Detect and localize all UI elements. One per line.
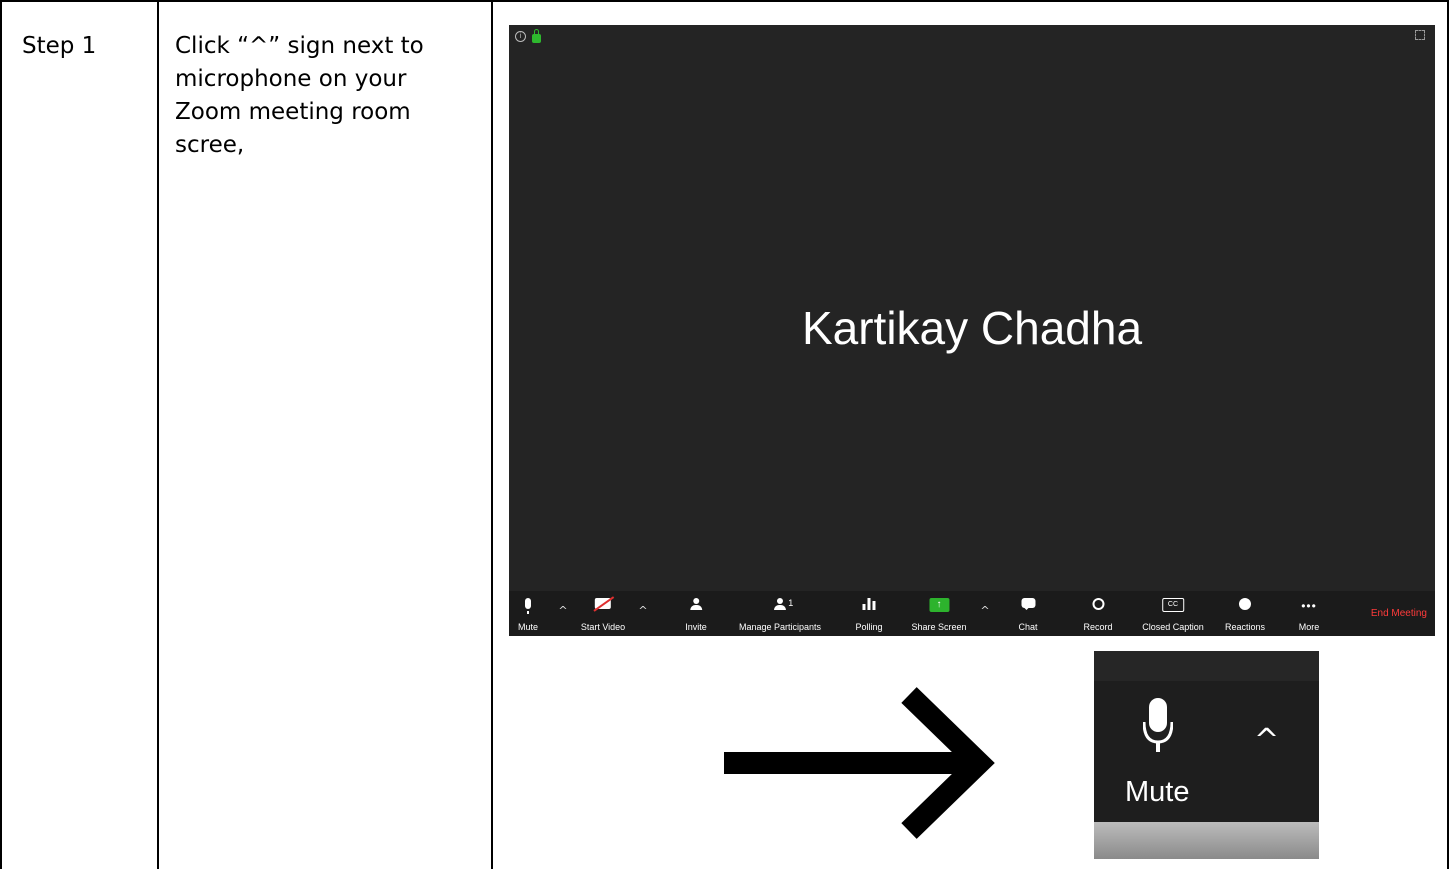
step-instruction: Click “^” sign next to microphone on you… [175,33,424,158]
polling-icon [862,598,876,610]
record-label: Record [1083,622,1113,632]
meeting-toolbar: Mute ^ Start Video ^ Invite 1 Manage Par… [509,591,1435,636]
crop-top-band [1094,651,1319,681]
video-off-icon [595,598,611,609]
lock-icon[interactable] [532,28,541,43]
table-col-divider-1 [157,0,159,869]
participant-name: Kartikay Chadha [801,302,1143,354]
participants-icon [773,598,786,610]
manage-participants-label: Manage Participants [738,622,822,632]
chat-label: Chat [1018,622,1038,632]
closed-caption-icon: CC [1161,598,1184,612]
end-meeting-button[interactable]: End Meeting [1371,608,1427,619]
chat-icon [1020,598,1035,610]
start-video-button[interactable]: Start Video [581,593,625,632]
more-button[interactable]: ••• More [1299,596,1320,632]
share-options-caret-icon[interactable]: ^ [980,604,989,617]
more-label: More [1298,622,1320,632]
audio-options-caret-icon[interactable]: ^ [1254,723,1279,758]
pointer-arrow-panel [624,667,1002,859]
mute-button[interactable]: Mute [518,594,538,632]
meeting-info-bar: i [515,28,541,43]
microphone-icon[interactable] [1143,698,1173,758]
invite-person-icon [689,598,702,610]
share-screen-label: Share Screen [911,622,967,632]
microphone-icon [524,598,531,614]
record-button[interactable]: Record [1083,594,1113,632]
start-video-label: Start Video [580,622,626,632]
reactions-button[interactable]: Reactions [1225,593,1265,632]
polling-label: Polling [855,622,883,632]
mute-label: Mute [1125,776,1190,808]
record-icon [1091,598,1104,610]
manage-participants-button[interactable]: 1 Manage Participants [739,593,821,632]
fullscreen-icon[interactable] [1415,30,1425,40]
table-left-border [0,0,2,869]
info-icon[interactable]: i [515,30,526,42]
closed-caption-label: Closed Caption [1142,622,1204,632]
participant-count: 1 [788,598,794,608]
reactions-icon [1239,598,1251,610]
invite-button[interactable]: Invite [685,593,707,632]
mute-label: Mute [517,622,539,632]
crop-bottom-band [1094,822,1319,859]
share-screen-button[interactable]: ↑ Share Screen [911,594,967,632]
polling-button[interactable]: Polling [855,593,883,632]
closed-caption-button[interactable]: CC Closed Caption [1142,593,1204,632]
mute-zoom-crop: ^ Mute [1094,651,1319,859]
more-icon: ••• [1301,599,1317,613]
video-options-caret-icon[interactable]: ^ [638,604,647,617]
share-screen-icon: ↑ [928,598,949,612]
reactions-label: Reactions [1224,622,1266,632]
step-label: Step 1 [22,33,97,59]
audio-options-caret-icon[interactable]: ^ [558,604,567,617]
right-arrow-icon [724,687,995,839]
invite-label: Invite [685,622,707,632]
chat-button[interactable]: Chat [1018,593,1038,632]
table-top-border [0,0,1449,2]
table-col-divider-2 [491,0,493,869]
zoom-meeting-window: i Kartikay Chadha Mute ^ Start Video ^ I… [509,25,1435,636]
